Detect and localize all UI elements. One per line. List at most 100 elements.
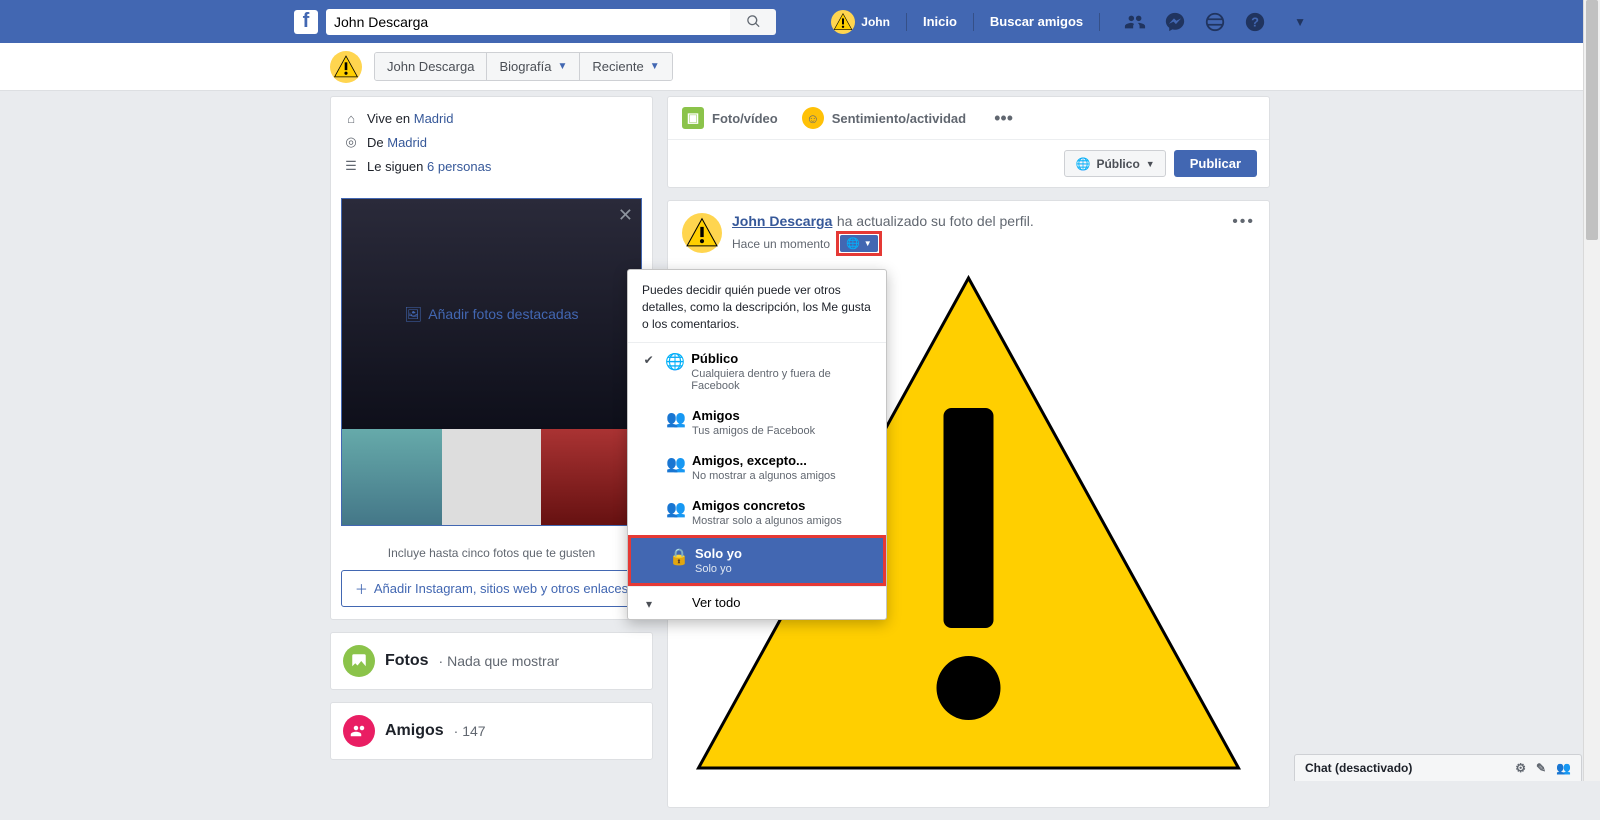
intro-card: ⌂ Vive en Madrid ◎ De Madrid ☰ Le siguen… xyxy=(330,96,653,620)
lives-link[interactable]: Madrid xyxy=(414,111,454,126)
add-featured-label: Añadir fotos destacadas xyxy=(428,306,578,322)
featured-caption: Incluye hasta cinco fotos que te gusten xyxy=(331,536,652,570)
highlight-only-me: 🔒 Solo yo Solo yo xyxy=(628,535,886,586)
lock-icon: 🔒 xyxy=(669,546,685,567)
privacy-option-friends-except[interactable]: 👥 Amigos, excepto... No mostrar a alguno… xyxy=(628,445,886,490)
friends-icon xyxy=(343,715,375,747)
search-wrapper xyxy=(326,9,776,35)
followers-link[interactable]: 6 personas xyxy=(427,159,491,174)
caret-down-icon: ▼ xyxy=(650,61,660,72)
profile-nav-pills: John Descarga Biografía ▼ Reciente▼ xyxy=(374,52,673,81)
thumbnail[interactable] xyxy=(442,429,542,525)
add-social-links-button[interactable]: ＋ Añadir Instagram, sitios web y otros e… xyxy=(341,570,642,607)
friends-icon: 👥 xyxy=(666,408,682,429)
divider xyxy=(973,13,974,31)
publish-button[interactable]: Publicar xyxy=(1174,150,1257,177)
nav-home[interactable]: Inicio xyxy=(915,14,965,29)
friends-title[interactable]: Amigos xyxy=(385,722,444,740)
intro-from: ◎ De Madrid xyxy=(343,130,640,154)
add-links-label: Añadir Instagram, sitios web y otros enl… xyxy=(374,581,628,596)
followers-icon: ☰ xyxy=(343,158,359,174)
tab-recent[interactable]: Reciente▼ xyxy=(579,53,671,80)
audience-label: Público xyxy=(1096,157,1139,171)
from-link[interactable]: Madrid xyxy=(387,135,427,150)
plus-icon: ＋ xyxy=(355,579,368,598)
photos-subtitle: · Nada que mostrar xyxy=(439,653,560,669)
audience-selector-button[interactable]: 🌐 Público ▼ xyxy=(1064,150,1165,177)
followers-prefix: Le siguen xyxy=(367,159,427,174)
notifications-icon[interactable] xyxy=(1204,11,1226,33)
chat-label: Chat (desactivado) xyxy=(1305,761,1412,775)
add-featured-photos-button[interactable]: 🖼 Añadir fotos destacadas xyxy=(342,199,641,429)
privacy-option-specific-friends[interactable]: 👥 Amigos concretos Mostrar solo a alguno… xyxy=(628,490,886,535)
feeling-icon: ☺ xyxy=(802,107,824,129)
search-button[interactable] xyxy=(730,9,776,35)
intro-followers: ☰ Le siguen 6 personas xyxy=(343,154,640,178)
caret-down-icon: ▼ xyxy=(1146,159,1155,169)
globe-icon: 🌐 xyxy=(846,237,860,250)
facebook-logo[interactable]: f xyxy=(294,10,318,34)
user-name-label: John xyxy=(861,15,890,29)
photos-title[interactable]: Fotos xyxy=(385,652,429,670)
tab-biography[interactable]: Biografía ▼ xyxy=(486,53,579,80)
option-label: Amigos concretos xyxy=(692,498,842,513)
option-sub: Tus amigos de Facebook xyxy=(692,425,815,437)
globe-icon: 🌐 xyxy=(665,351,681,372)
chat-dock[interactable]: Chat (desactivado) ⚙ ✎ 👥 xyxy=(1294,754,1582,781)
privacy-see-all[interactable]: ▾ Ver todo xyxy=(628,587,886,619)
option-sub: Cualquiera dentro y fuera de Facebook xyxy=(691,368,872,392)
help-icon[interactable]: ? xyxy=(1244,11,1266,33)
search-input[interactable] xyxy=(326,9,730,35)
option-sub: No mostrar a algunos amigos xyxy=(692,470,836,482)
privacy-option-public[interactable]: ✔ 🌐 Público Cualquiera dentro y fuera de… xyxy=(628,343,886,400)
check-icon: ✔ xyxy=(642,351,655,367)
user-profile-link[interactable]: John xyxy=(823,10,898,34)
post-options-icon[interactable]: ••• xyxy=(1232,213,1255,231)
nav-find-friends[interactable]: Buscar amigos xyxy=(982,14,1091,29)
people-icon[interactable]: 👥 xyxy=(1556,761,1571,775)
feeling-label: Sentimiento/actividad xyxy=(832,111,966,126)
thumbnail[interactable] xyxy=(342,429,442,525)
profile-name-pill[interactable]: John Descarga xyxy=(375,53,486,80)
privacy-option-friends[interactable]: 👥 Amigos Tus amigos de Facebook xyxy=(628,400,886,445)
privacy-option-only-me[interactable]: 🔒 Solo yo Solo yo xyxy=(631,538,883,583)
composer-card: ▣ Foto/vídeo ☺ Sentimiento/actividad •••… xyxy=(667,96,1270,188)
profile-sticky-bar: John Descarga Biografía ▼ Reciente▼ xyxy=(0,43,1600,91)
option-sub: Solo yo xyxy=(695,563,742,575)
avatar-icon xyxy=(831,10,855,34)
from-prefix: De xyxy=(367,135,387,150)
post-avatar-icon[interactable] xyxy=(682,213,722,253)
account-menu-caret[interactable]: ▼ xyxy=(1294,15,1306,29)
profile-avatar-icon xyxy=(330,51,362,83)
composer-photo-video[interactable]: ▣ Foto/vídeo xyxy=(682,107,778,129)
close-icon[interactable]: ✕ xyxy=(618,205,633,226)
specific-friends-icon: 👥 xyxy=(666,498,682,519)
composer-feeling[interactable]: ☺ Sentimiento/actividad xyxy=(802,107,966,129)
globe-icon: 🌐 xyxy=(1075,157,1090,171)
image-icon: 🖼 xyxy=(405,306,423,323)
privacy-dropdown: Puedes decidir quién puede ver otros det… xyxy=(627,269,887,620)
post-timestamp: Hace un momento xyxy=(732,237,830,251)
messenger-icon[interactable] xyxy=(1164,11,1186,33)
main-content: ⌂ Vive en Madrid ◎ De Madrid ☰ Le siguen… xyxy=(330,0,1270,820)
caret-down-icon: ▼ xyxy=(558,61,568,72)
option-label: Público xyxy=(691,351,872,366)
scrollbar-thumb[interactable] xyxy=(1586,0,1598,240)
caret-down-icon: ▾ xyxy=(642,595,656,611)
compose-icon[interactable]: ✎ xyxy=(1536,761,1546,775)
notification-icons: ? ▼ xyxy=(1124,11,1306,33)
friend-requests-icon[interactable] xyxy=(1124,11,1146,33)
composer-more-icon[interactable]: ••• xyxy=(994,108,1013,129)
profile-update-post: John Descarga ha actualizado su foto del… xyxy=(667,200,1270,808)
option-label: Amigos xyxy=(692,408,815,423)
tab-biography-label: Biografía xyxy=(499,59,551,74)
lives-prefix: Vive en xyxy=(367,111,414,126)
friends-except-icon: 👥 xyxy=(666,453,682,474)
post-privacy-button[interactable]: 🌐 ▼ xyxy=(840,235,878,252)
window-scrollbar[interactable] xyxy=(1583,0,1600,781)
gear-icon[interactable]: ⚙ xyxy=(1515,761,1526,775)
featured-thumbnails xyxy=(342,429,641,525)
photos-card: Fotos · Nada que mostrar xyxy=(330,632,653,690)
post-action-text: ha actualizado su foto del perfil. xyxy=(837,213,1034,229)
post-author-link[interactable]: John Descarga xyxy=(732,213,832,229)
